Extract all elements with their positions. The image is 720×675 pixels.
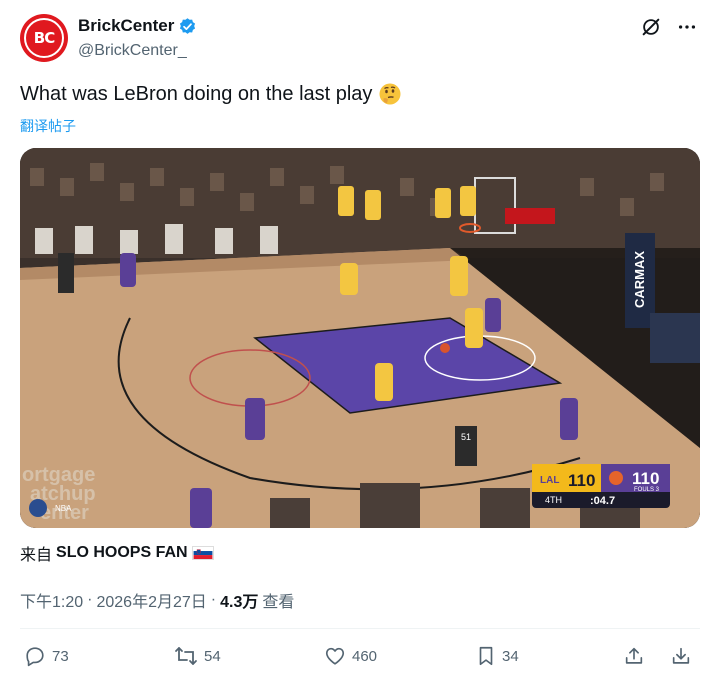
svg-text:LAL: LAL	[540, 475, 559, 486]
game-frame: CARMAX 51 ortgage atchup enter NBA LAL 1…	[20, 148, 700, 528]
carmax-banner: CARMAX	[632, 251, 647, 308]
meta-separator: ·	[210, 591, 217, 608]
more-icon[interactable]	[676, 16, 698, 38]
meta-separator: ·	[87, 591, 93, 608]
team2-fouls: FOULS 3	[634, 487, 660, 493]
repost-button[interactable]: 54	[174, 645, 221, 667]
source-prefix: 来自	[20, 547, 53, 564]
avatar[interactable]: BC	[20, 14, 68, 62]
heart-icon	[325, 647, 345, 665]
slovenia-flag-icon	[191, 546, 214, 560]
views-count: 4.3万	[220, 594, 259, 611]
share-button[interactable]	[623, 645, 645, 667]
like-button[interactable]: 460	[324, 645, 377, 667]
thinking-face-icon	[379, 83, 401, 105]
divider	[20, 628, 700, 629]
tweet-time[interactable]: 下午1:20	[20, 588, 83, 612]
quarter: 4TH	[545, 495, 562, 505]
team1-score: 110	[568, 471, 595, 490]
display-name[interactable]: BrickCenter	[78, 16, 174, 36]
tweet-date[interactable]: 2026年2月27日	[96, 588, 206, 612]
bookmark-button[interactable]: 34	[476, 645, 519, 667]
tweet-media-video[interactable]: CARMAX 51 ortgage atchup enter NBA LAL 1…	[20, 148, 700, 528]
bookmark-icon	[479, 646, 493, 666]
tweet-text: What was LeBron doing on the last play	[20, 82, 402, 106]
download-button[interactable]	[670, 645, 692, 667]
tweet-body: What was LeBron doing on the last play	[20, 82, 373, 105]
reply-icon	[26, 647, 44, 667]
grok-icon[interactable]	[640, 16, 662, 38]
like-count: 460	[352, 647, 378, 665]
avatar-logo: BC	[24, 18, 64, 58]
team2-score: 110	[632, 469, 659, 488]
source-line: 来自 SLO HOOPS FAN	[20, 541, 214, 565]
repost-icon	[175, 647, 197, 665]
game-clock: :04.7	[590, 495, 615, 507]
action-bar: 73 54 460 34	[24, 645, 700, 675]
tweet-meta: 下午1:20 · 2026年2月27日 · 4.3万 查看	[20, 588, 294, 612]
verified-badge-icon	[180, 17, 196, 34]
source-name[interactable]: SLO HOOPS FAN	[56, 544, 188, 562]
svg-text:NBA: NBA	[55, 504, 72, 513]
handle[interactable]: @BrickCenter_	[78, 42, 187, 60]
download-icon	[672, 647, 690, 664]
author-name-row[interactable]: BrickCenter	[78, 16, 197, 36]
share-icon	[625, 647, 643, 664]
top-actions	[640, 16, 698, 38]
repost-count: 54	[204, 647, 221, 665]
bookmark-count: 34	[502, 647, 519, 665]
scoreboard: LAL 110 110 4TH :04.7 FOULS 3	[532, 464, 670, 508]
referee-number: 51	[461, 432, 471, 442]
views-label: 查看	[262, 594, 295, 611]
reply-count: 73	[52, 647, 69, 665]
reply-button[interactable]: 73	[24, 645, 69, 667]
translate-link[interactable]: 翻译帖子	[20, 116, 76, 136]
